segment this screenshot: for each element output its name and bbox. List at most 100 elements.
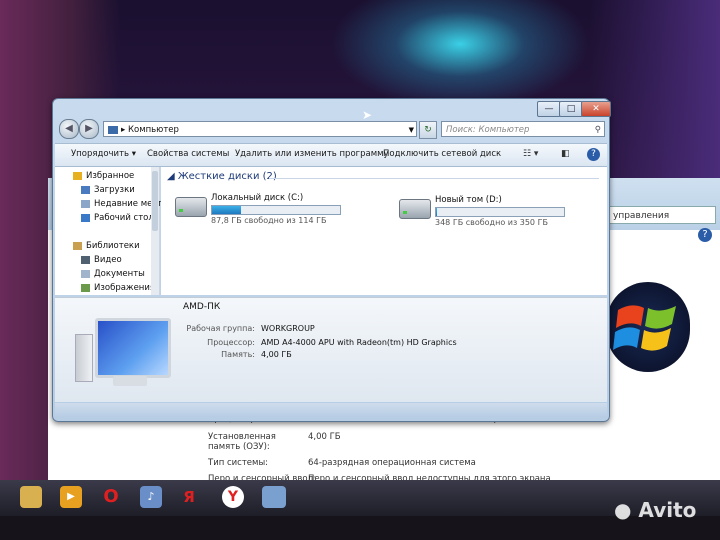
monitor-stand <box>113 376 147 386</box>
media-player-icon[interactable]: ▶ <box>60 486 82 508</box>
yandex-browser-icon[interactable]: Y <box>222 486 244 508</box>
address-chevron-icon: ▸ <box>121 125 128 135</box>
yandex-icon[interactable]: Я <box>178 486 200 508</box>
system-properties-button[interactable]: Свойства системы <box>147 149 229 159</box>
workgroup-value: WORKGROUP <box>261 324 315 333</box>
pc-tower-icon <box>75 334 93 382</box>
libraries-icon <box>73 241 82 250</box>
hard-drive-icon <box>399 199 431 219</box>
maximize-button[interactable]: □ <box>559 101 583 117</box>
search-icon[interactable]: ⚲ <box>595 122 601 138</box>
monitor-bezel <box>0 516 720 540</box>
hard-drive-icon <box>175 197 207 217</box>
nav-favorites[interactable]: Избранное <box>73 171 134 181</box>
explorer-window: — □ ✕ ◀ ▶ ▸ Компьютер ▼ ↻ Поиск: Компьют… <box>52 98 611 422</box>
cpu-label: Процессор: <box>207 338 255 347</box>
watermark-text: Avito <box>638 498 697 522</box>
nav-video-label: Видео <box>94 255 122 265</box>
file-list: ◢ Жесткие диски (2) Локальный диск (C:) … <box>161 167 607 295</box>
forward-arrow-icon: ▶ <box>85 123 93 134</box>
drive-d-usage-fill <box>436 208 438 216</box>
workgroup-label: Рабочая группа: <box>186 324 255 333</box>
drive-d-usage-bar <box>435 207 565 217</box>
nav-libraries-label: Библиотеки <box>86 241 140 251</box>
computer-name: AMD-ПК <box>183 302 221 312</box>
organize-button[interactable]: Упорядочить ▾ <box>71 149 136 159</box>
nav-desktop-label: Рабочий стол <box>94 213 154 223</box>
minimize-button[interactable]: — <box>537 101 561 117</box>
spec-systype-value: 64-разрядная операционная система <box>308 458 476 468</box>
drive-led <box>403 211 407 214</box>
map-network-drive-button[interactable]: Подключить сетевой диск <box>383 149 501 159</box>
nav-libraries[interactable]: Библиотеки <box>73 241 140 251</box>
video-icon <box>81 255 90 264</box>
recent-places-icon <box>81 199 90 208</box>
forward-button[interactable]: ▶ <box>79 119 99 139</box>
documents-icon <box>81 269 90 278</box>
nav-video[interactable]: Видео <box>81 255 122 265</box>
back-arrow-icon: ◀ <box>65 123 73 134</box>
organize-label: Упорядочить <box>71 149 130 159</box>
downloads-icon <box>81 185 90 194</box>
wallpaper-glow <box>330 0 590 110</box>
computer-icon <box>108 125 118 134</box>
nav-documents[interactable]: Документы <box>81 269 145 279</box>
scrollbar-thumb[interactable] <box>152 171 158 231</box>
drive-c-free: 87,8 ГБ свободно из 114 ГБ <box>211 216 327 225</box>
chevron-down-icon[interactable]: ▼ <box>409 122 414 138</box>
details-pane: AMD-ПК Рабочая группа: WORKGROUP Процесс… <box>55 297 607 402</box>
search-input[interactable]: Поиск: Компьютер ⚲ <box>441 121 605 137</box>
back-button[interactable]: ◀ <box>59 119 79 139</box>
group-title: Жесткие диски (2) <box>177 171 277 182</box>
drive-c-name: Локальный диск (C:) <box>211 193 304 203</box>
minimize-icon: — <box>544 104 554 114</box>
nav-images[interactable]: Изображения <box>81 283 155 293</box>
opera-icon[interactable]: O <box>100 486 122 508</box>
refresh-button[interactable]: ↻ <box>419 121 437 139</box>
uninstall-program-button[interactable]: Удалить или изменить программу <box>235 149 389 159</box>
address-bar[interactable]: ▸ Компьютер ▼ <box>103 121 417 137</box>
window-bottom-frame <box>55 403 607 417</box>
windows-flag-icon <box>613 305 676 351</box>
drive-c-usage-bar <box>211 205 341 215</box>
folder-icon[interactable] <box>20 486 42 508</box>
group-header[interactable]: ◢ Жесткие диски (2) <box>167 171 277 182</box>
spec-systype-label: Тип системы: <box>208 458 269 468</box>
help-icon[interactable]: ? <box>698 228 712 242</box>
preview-pane-icon[interactable]: ◧ <box>561 149 570 159</box>
drive-d-free: 348 ГБ свободно из 350 ГБ <box>435 218 548 227</box>
collapse-icon[interactable]: ◢ <box>167 171 178 182</box>
maximize-icon: □ <box>566 104 576 114</box>
nav-desktop[interactable]: Рабочий стол <box>81 213 154 223</box>
ram-label: Память: <box>221 350 255 359</box>
images-icon <box>81 283 90 292</box>
nav-scrollbar[interactable] <box>151 167 159 295</box>
drive-c-usage-fill <box>212 206 242 214</box>
taskbar: ▶ O ♪ Я Y <box>0 480 720 516</box>
group-divider <box>269 178 599 179</box>
address-text: Компьютер <box>127 125 179 135</box>
speaker-icon[interactable]: ♪ <box>140 486 162 508</box>
spec-ram-label: Установленная память (ОЗУ): <box>208 432 276 452</box>
nav-downloads[interactable]: Загрузки <box>81 185 135 195</box>
nav-images-label: Изображения <box>94 283 156 293</box>
desktop-icon <box>81 213 90 222</box>
network-icon[interactable] <box>262 486 286 508</box>
cpu-value: AMD A4-4000 APU with Radeon(tm) HD Graph… <box>261 338 457 347</box>
command-bar: Упорядочить ▾ Свойства системы Удалить и… <box>55 143 607 167</box>
breadcrumb[interactable]: управления <box>608 206 716 224</box>
view-options-icon[interactable]: ☷ ▾ <box>523 149 538 159</box>
ram-value: 4,00 ГБ <box>261 350 292 359</box>
close-icon: ✕ <box>592 104 600 114</box>
close-button[interactable]: ✕ <box>581 101 611 117</box>
refresh-icon: ↻ <box>424 125 432 135</box>
avito-watermark: ● Avito <box>614 498 697 522</box>
drive-led <box>179 209 183 212</box>
spec-ram-row: Установленная память (ОЗУ): 4,00 ГБ <box>208 432 508 458</box>
help-icon[interactable]: ? <box>587 148 600 161</box>
star-icon <box>73 171 82 180</box>
spec-ram-value: 4,00 ГБ <box>308 432 341 442</box>
nav-downloads-label: Загрузки <box>94 185 135 195</box>
nav-favorites-label: Избранное <box>86 171 135 181</box>
navigation-pane: Избранное Загрузки Недавние места Рабочи… <box>55 167 167 295</box>
